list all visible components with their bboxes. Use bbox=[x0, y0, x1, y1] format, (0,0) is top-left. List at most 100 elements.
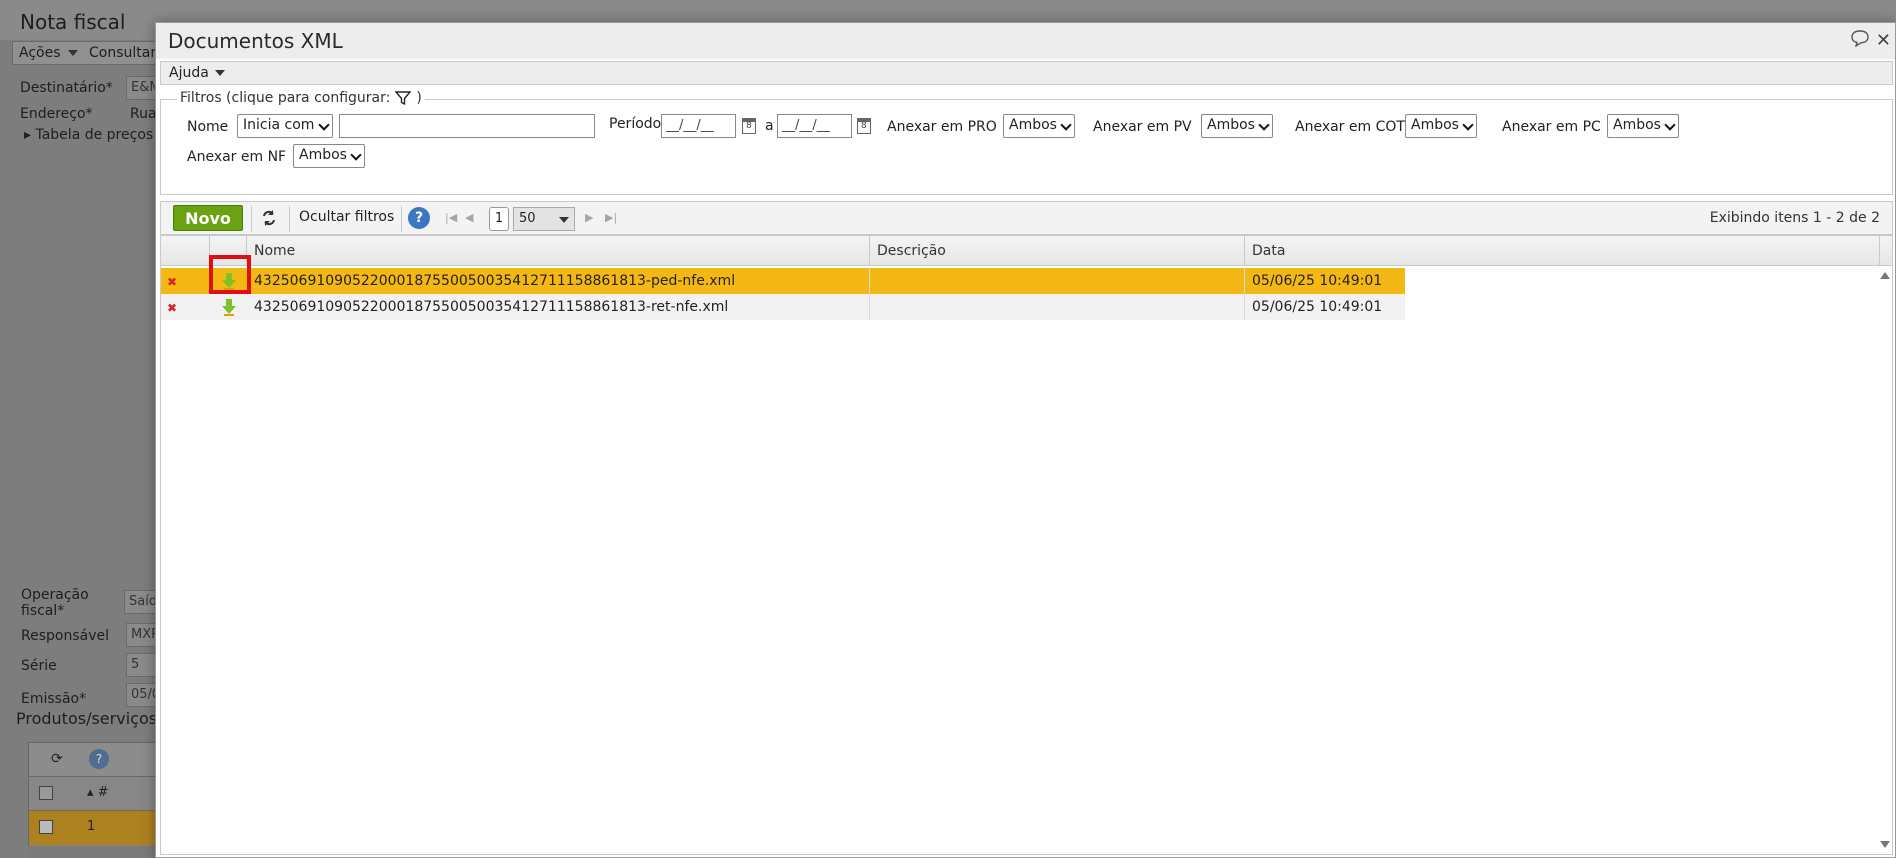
funnel-icon[interactable] bbox=[395, 90, 412, 106]
last-page-icon[interactable]: ▶| bbox=[605, 211, 617, 224]
anexar-pro-value: Ambos bbox=[1009, 117, 1057, 133]
column-number[interactable]: ▴ # bbox=[87, 785, 109, 800]
cell-descricao bbox=[870, 294, 1245, 320]
documentos-xml-dialog: Documentos XML ✕ Ajuda Filtros (clique p… bbox=[155, 22, 1896, 858]
label-anexar-nf: Anexar em NF bbox=[187, 149, 287, 165]
grid-header: Nome Descrição Data bbox=[161, 236, 1892, 266]
label-destinatario: Destinatário* bbox=[20, 80, 113, 96]
cell-data: 05/06/25 10:49:01 bbox=[1252, 299, 1383, 315]
cell-data: 05/06/25 10:49:01 bbox=[1252, 273, 1383, 289]
label-endereco: Endereço* bbox=[20, 106, 93, 122]
page-size-value: 50 bbox=[519, 211, 536, 226]
background-title: Nota fiscal bbox=[20, 10, 126, 34]
table-row[interactable]: ✖ 43250691090522000187550050035412711158… bbox=[161, 268, 1405, 294]
anexar-cot-select[interactable]: Ambos bbox=[1405, 114, 1477, 138]
paging-info: Exibindo itens 1 - 2 de 2 bbox=[1709, 210, 1880, 226]
label-operacao-fiscal: Operação fiscal* bbox=[21, 587, 89, 619]
table-row[interactable]: ✖ 43250691090522000187550050035412711158… bbox=[161, 294, 1405, 320]
dialog-menubar: Ajuda bbox=[160, 61, 1893, 85]
background-grid: ⟳ ? ▴ # 1 bbox=[28, 742, 168, 852]
anexar-pc-select[interactable]: Ambos bbox=[1607, 114, 1679, 138]
download-icon[interactable] bbox=[219, 297, 239, 317]
label-nome: Nome bbox=[187, 119, 229, 135]
toolbar-separator bbox=[289, 206, 290, 232]
highlight-annotation bbox=[209, 255, 251, 294]
label-periodo: Período bbox=[609, 116, 662, 132]
background-grid-row[interactable]: 1 bbox=[29, 811, 167, 845]
cell-nome: 4325069109052200018755005003541271115886… bbox=[247, 294, 870, 320]
column-actions bbox=[161, 236, 210, 266]
periodo-to-input[interactable]: __/__/__ bbox=[777, 114, 852, 138]
background-grid-header: ▴ # bbox=[29, 777, 167, 811]
calendar-icon[interactable] bbox=[742, 118, 756, 134]
anexar-pv-select[interactable]: Ambos bbox=[1201, 114, 1273, 138]
dialog-tools: ✕ bbox=[1850, 29, 1891, 52]
menu-consultar[interactable]: Consultar bbox=[89, 45, 156, 61]
dialog-titlebar: Documentos XML ✕ bbox=[156, 23, 1895, 59]
filters-legend-text: Filtros (clique para configurar: bbox=[180, 90, 391, 106]
column-nome[interactable]: Nome bbox=[247, 236, 870, 266]
anexar-pc-value: Ambos bbox=[1613, 117, 1661, 133]
label-anexar-pv: Anexar em PV bbox=[1093, 119, 1192, 135]
expand-tabela-precos[interactable]: ▸ Tabela de preços bbox=[24, 127, 153, 143]
nome-mode-select[interactable]: Inicia com bbox=[237, 114, 333, 138]
novo-button[interactable]: Novo bbox=[173, 205, 243, 231]
background-menubar: Ações Consultar bbox=[12, 41, 162, 65]
label-tabela-precos: Tabela de preços bbox=[35, 127, 154, 143]
next-page-icon[interactable]: ▶ bbox=[585, 211, 593, 224]
column-descricao[interactable]: Descrição bbox=[870, 236, 1245, 266]
dialog-title: Documentos XML bbox=[168, 29, 343, 53]
refresh-icon[interactable]: ⟳ bbox=[51, 751, 63, 767]
scroll-down-icon[interactable] bbox=[1880, 841, 1890, 848]
periodo-separator: a bbox=[765, 118, 774, 134]
page-size-select[interactable]: 50 bbox=[513, 207, 575, 231]
chevron-down-icon bbox=[68, 50, 78, 56]
anexar-pro-select[interactable]: Ambos bbox=[1003, 114, 1075, 138]
first-page-icon[interactable]: |◀ bbox=[445, 211, 457, 224]
scroll-up-icon[interactable] bbox=[1880, 272, 1890, 279]
vertical-scrollbar[interactable] bbox=[1878, 266, 1892, 854]
menu-ajuda[interactable]: Ajuda bbox=[163, 63, 231, 83]
close-icon[interactable]: ✕ bbox=[1876, 30, 1891, 51]
column-data[interactable]: Data bbox=[1245, 236, 1880, 266]
label-responsavel: Responsável bbox=[21, 628, 109, 644]
anexar-nf-value: Ambos bbox=[299, 147, 347, 163]
refresh-icon[interactable] bbox=[260, 209, 278, 231]
row-number: 1 bbox=[87, 819, 96, 834]
column-number-label: # bbox=[97, 785, 109, 800]
nome-input[interactable] bbox=[339, 114, 595, 138]
label-anexar-cot: Anexar em COT bbox=[1295, 119, 1405, 135]
anexar-pv-value: Ambos bbox=[1207, 117, 1255, 133]
filters-legend-close: ) bbox=[416, 90, 422, 106]
prev-page-icon[interactable]: ◀ bbox=[465, 211, 473, 224]
row-checkbox[interactable] bbox=[39, 820, 53, 834]
toolbar-separator bbox=[251, 206, 252, 232]
menu-acoes[interactable]: Ações bbox=[19, 45, 61, 61]
ocultar-filtros-button[interactable]: Ocultar filtros bbox=[299, 209, 394, 225]
calendar-icon[interactable] bbox=[857, 118, 871, 134]
cell-descricao bbox=[870, 268, 1245, 294]
label-serie: Série bbox=[21, 658, 57, 674]
documents-grid: Nome Descrição Data ✖ 432506910905220001… bbox=[160, 235, 1893, 855]
cell-nome: 4325069109052200018755005003541271115886… bbox=[247, 268, 870, 294]
anexar-cot-value: Ambos bbox=[1411, 117, 1459, 133]
filters-legend[interactable]: Filtros (clique para configurar: ) bbox=[177, 90, 425, 106]
label-anexar-pc: Anexar em PC bbox=[1502, 119, 1601, 135]
anexar-nf-select[interactable]: Ambos bbox=[293, 144, 365, 168]
value-endereco: Rua bbox=[130, 106, 157, 122]
background-grid-toolbar: ⟳ ? bbox=[29, 743, 167, 777]
page-number-input[interactable]: 1 bbox=[489, 207, 509, 231]
label-anexar-pro: Anexar em PRO bbox=[887, 119, 997, 135]
menu-ajuda-label: Ajuda bbox=[169, 65, 209, 81]
delete-icon[interactable]: ✖ bbox=[167, 275, 177, 289]
periodo-from-input[interactable]: __/__/__ bbox=[661, 114, 736, 138]
toolbar-separator bbox=[401, 206, 402, 232]
nome-mode-value: Inicia com bbox=[243, 117, 315, 133]
help-icon[interactable]: ? bbox=[408, 207, 430, 229]
chevron-down-icon bbox=[214, 70, 225, 76]
comment-icon[interactable] bbox=[1850, 29, 1870, 52]
section-produtos: Produtos/serviços bbox=[16, 709, 158, 728]
delete-icon[interactable]: ✖ bbox=[167, 301, 177, 315]
select-all-checkbox[interactable] bbox=[39, 786, 53, 800]
help-icon[interactable]: ? bbox=[89, 749, 109, 769]
